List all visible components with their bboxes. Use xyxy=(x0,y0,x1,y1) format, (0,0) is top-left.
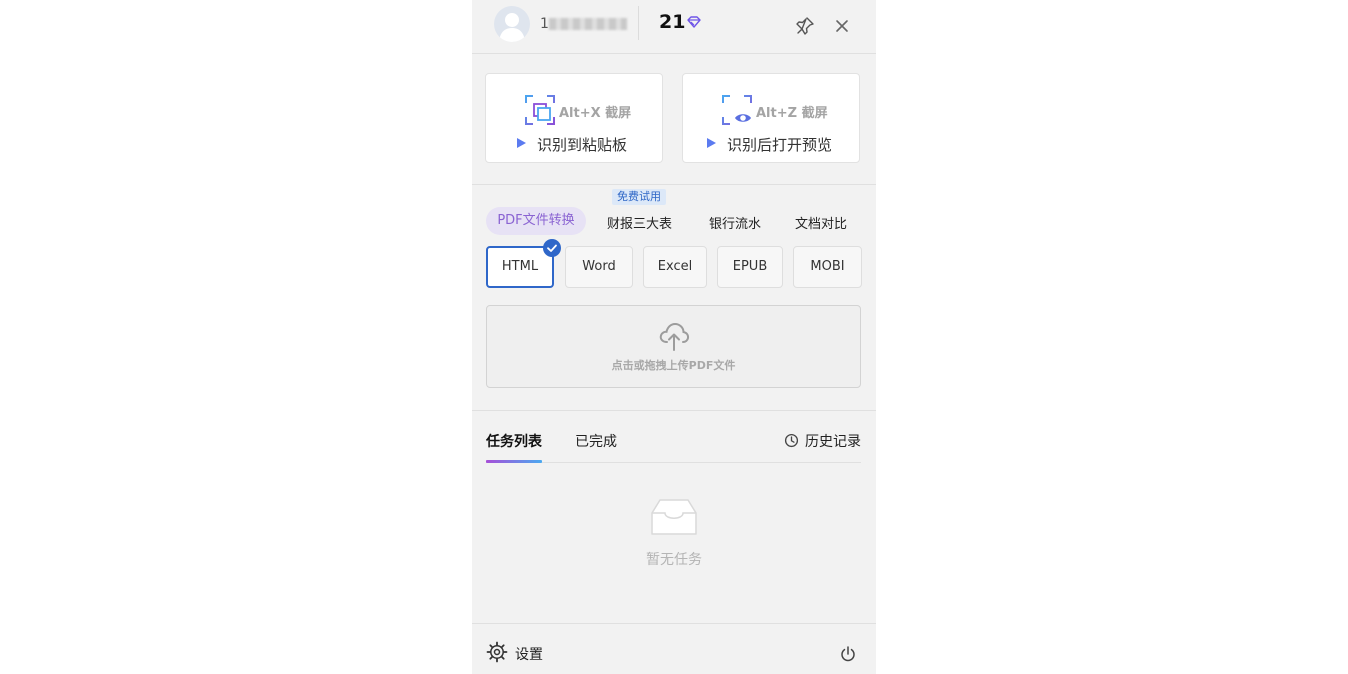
capture-preview-button[interactable]: Alt+Z 截屏 识别后打开预览 xyxy=(682,73,860,163)
free-trial-badge: 免费试用 xyxy=(612,189,666,205)
avatar-icon[interactable] xyxy=(494,6,530,42)
cloud-upload-icon xyxy=(659,322,690,351)
clock-icon xyxy=(784,433,799,448)
tab-task-list[interactable]: 任务列表 xyxy=(486,431,542,451)
tabs-baseline xyxy=(486,462,861,463)
format-mobi-option[interactable]: MOBI xyxy=(793,246,862,288)
format-epub-option[interactable]: EPUB xyxy=(717,246,783,288)
clipboard-hotkey: Alt+X 截屏 xyxy=(559,106,632,121)
check-icon xyxy=(543,239,561,257)
header-divider xyxy=(638,6,639,40)
clipboard-label: 识别到粘贴板 xyxy=(537,136,628,154)
tab-document-compare[interactable]: 文档对比 xyxy=(795,213,847,232)
tab-bank-statement[interactable]: 银行流水 xyxy=(709,213,761,232)
pin-icon[interactable] xyxy=(795,16,815,36)
empty-inbox-icon xyxy=(651,499,697,535)
close-icon[interactable] xyxy=(833,17,851,35)
preview-hotkey: Alt+Z 截屏 xyxy=(756,106,828,121)
username-redacted xyxy=(548,18,627,30)
username-prefix: 1 xyxy=(540,16,549,32)
active-tab-indicator xyxy=(486,460,542,463)
pdf-upload-dropzone[interactable]: 点击或拖拽上传PDF文件 xyxy=(486,305,861,388)
empty-task-text: 暂无任务 xyxy=(646,552,702,568)
upload-hint: 点击或拖拽上传PDF文件 xyxy=(611,359,736,372)
format-word-option[interactable]: Word xyxy=(565,246,633,288)
screenshot-icon xyxy=(525,95,555,125)
diamond-icon xyxy=(687,16,701,28)
preview-label: 识别后打开预览 xyxy=(727,136,833,154)
history-label: 历史记录 xyxy=(805,434,861,450)
tab-financial-statements[interactable]: 财报三大表 xyxy=(607,213,672,232)
username: 1 xyxy=(540,16,627,32)
main-panel: 1 21 Alt+X 截屏 识别到粘贴板 Alt+Z 截屏 识别后打开预览 免费… xyxy=(472,0,876,674)
capture-to-clipboard-button[interactable]: Alt+X 截屏 识别到粘贴板 xyxy=(485,73,663,163)
divider xyxy=(472,410,876,411)
settings-label: 设置 xyxy=(515,647,543,663)
capture-section: Alt+X 截屏 识别到粘贴板 Alt+Z 截屏 识别后打开预览 xyxy=(472,54,876,184)
tab-pdf-convert[interactable]: PDF文件转换 xyxy=(486,207,586,235)
power-icon[interactable] xyxy=(839,645,857,663)
play-icon xyxy=(517,138,526,148)
points-count: 21 xyxy=(659,11,686,33)
divider xyxy=(472,623,876,624)
tab-completed[interactable]: 已完成 xyxy=(575,431,617,451)
play-icon xyxy=(707,138,716,148)
gear-icon xyxy=(486,641,508,663)
header-bar: 1 21 xyxy=(472,0,876,54)
screenshot-eye-icon xyxy=(722,95,752,125)
format-excel-option[interactable]: Excel xyxy=(643,246,707,288)
divider xyxy=(472,184,876,185)
settings-button[interactable]: 设置 xyxy=(486,641,566,665)
